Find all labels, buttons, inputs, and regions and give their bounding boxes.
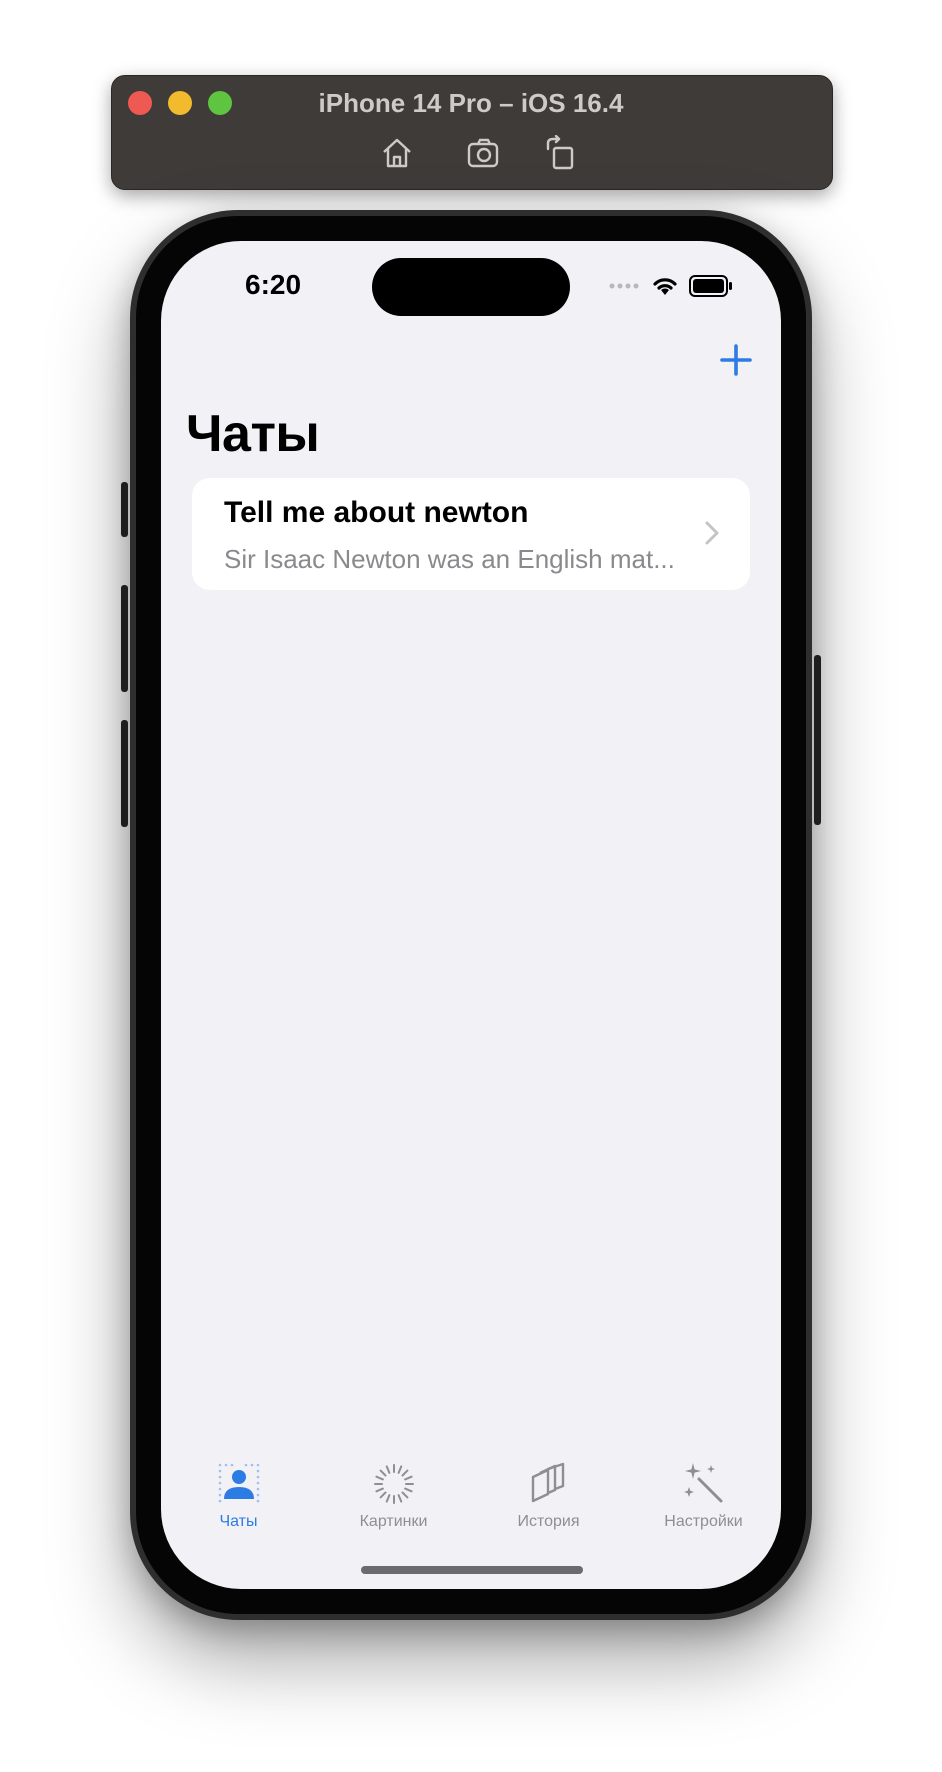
volume-down-button: [121, 720, 128, 827]
wifi-icon: [653, 278, 677, 295]
simulator-title: iPhone 14 Pro – iOS 16.4: [318, 88, 624, 118]
tab-settings[interactable]: Настройки: [626, 1461, 781, 1551]
home-icon[interactable]: [379, 135, 415, 171]
chat-preview: Sir Isaac Newton was an English mat...: [224, 544, 675, 574]
plus-icon: [720, 344, 752, 376]
tab-bar: Чаты Картинки История Настройки: [161, 1461, 781, 1551]
dynamic-island: [372, 258, 570, 316]
tab-chats[interactable]: Чаты: [161, 1461, 316, 1551]
tab-images[interactable]: Картинки: [316, 1461, 471, 1551]
page-title: Чаты: [186, 405, 320, 463]
chat-title: Tell me about newton: [224, 496, 529, 529]
tab-history[interactable]: История: [471, 1461, 626, 1551]
power-button: [814, 655, 821, 825]
phone-screen: 6:20 Чаты Tell me about newton Sir Isaac…: [161, 241, 781, 1589]
tab-label: Чаты: [219, 1513, 258, 1530]
status-time: 6:20: [245, 269, 302, 300]
new-chat-button[interactable]: [719, 343, 753, 377]
tab-label: История: [517, 1513, 580, 1530]
tab-label: Картинки: [359, 1513, 428, 1530]
tab-label: Настройки: [664, 1513, 743, 1530]
magic-wand-icon: [683, 1463, 722, 1503]
screenshot-icon[interactable]: [466, 135, 502, 171]
chevron-right-icon: [705, 521, 719, 545]
chat-person-icon: [218, 1463, 259, 1503]
cellular-signal-icon: [609, 283, 639, 289]
volume-up-button: [121, 585, 128, 692]
chat-list-item[interactable]: Tell me about newton Sir Isaac Newton wa…: [192, 478, 750, 590]
status-icons: [609, 275, 733, 297]
mute-switch: [121, 482, 128, 537]
loading-spinner-icon: [373, 1464, 414, 1504]
stack-icon: [531, 1462, 564, 1503]
rotate-icon[interactable]: [543, 134, 579, 171]
battery-icon: [689, 275, 732, 297]
home-indicator[interactable]: [361, 1566, 583, 1574]
